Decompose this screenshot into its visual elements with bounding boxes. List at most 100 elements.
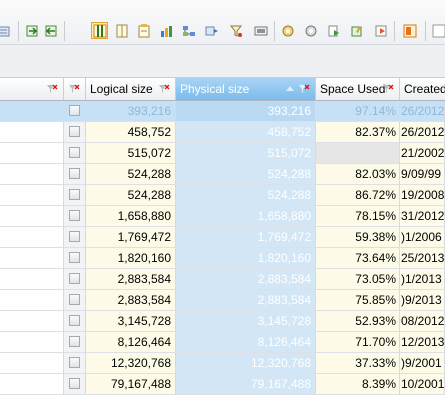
table-row[interactable]: 1,658,880 1,658,880 78.15% 31/2012 <box>0 206 445 227</box>
table-row[interactable]: 3,145,728 3,145,728 52.93% 08/2012 <box>0 311 445 332</box>
name-cell[interactable] <box>0 248 64 269</box>
refresh-icon[interactable] <box>325 22 342 39</box>
logical-size-cell: 2,883,584 <box>86 269 176 290</box>
row-checkbox[interactable] <box>69 105 80 116</box>
space-used-cell <box>316 143 400 164</box>
check-cell[interactable] <box>64 164 86 185</box>
name-cell[interactable] <box>0 374 64 395</box>
copy-icon[interactable] <box>302 22 319 39</box>
more-icon[interactable] <box>430 22 445 39</box>
table-row[interactable]: 8,126,464 8,126,464 71.70% 12/2013 <box>0 332 445 353</box>
settings-icon[interactable] <box>252 22 269 39</box>
group-panel <box>0 45 445 78</box>
table-row[interactable]: 515,072 515,072 21/2002 <box>0 143 445 164</box>
table-row[interactable]: 1,769,472 1,769,472 59.38%)1/2006 <box>0 227 445 248</box>
column-header-logical-size[interactable]: Logical size <box>86 78 176 101</box>
check-cell[interactable] <box>64 353 86 374</box>
space-used-cell: 52.93% <box>316 311 400 332</box>
table-row[interactable]: 393,216 393,216 97.14% 26/2012 <box>0 101 445 122</box>
filter-clear-icon[interactable] <box>298 84 310 94</box>
created-cell: )9/2001 <box>400 353 445 374</box>
physical-size-cell: 458,752 <box>176 122 316 143</box>
column-header-name[interactable] <box>0 78 64 101</box>
column-header-physical-size[interactable]: Physical size <box>176 78 316 101</box>
space-used-cell: 82.37% <box>316 122 400 143</box>
physical-size-cell: 1,820,160 <box>176 248 316 269</box>
space-used-cell: 97.14% <box>316 101 400 122</box>
check-cell[interactable] <box>64 143 86 164</box>
name-cell[interactable] <box>0 206 64 227</box>
check-cell[interactable] <box>64 101 86 122</box>
tree-icon[interactable] <box>180 22 197 39</box>
row-checkbox[interactable] <box>69 231 80 242</box>
row-checkbox[interactable] <box>69 336 80 347</box>
check-cell[interactable] <box>64 122 86 143</box>
name-cell[interactable] <box>0 227 64 248</box>
table-row[interactable]: 524,288 524,288 82.03% 9/09/99 <box>0 164 445 185</box>
name-cell[interactable] <box>0 353 64 374</box>
column-chooser-icon[interactable] <box>401 22 418 39</box>
created-cell: )1/2006 <box>400 227 445 248</box>
check-cell[interactable] <box>64 374 86 395</box>
row-checkbox[interactable] <box>69 315 80 326</box>
details-icon[interactable] <box>113 22 130 39</box>
space-used-cell: 78.15% <box>316 206 400 227</box>
table-row[interactable]: 79,167,488 79,167,488 8.39% 10/2001 <box>0 374 445 395</box>
check-cell[interactable] <box>64 248 86 269</box>
row-checkbox[interactable] <box>69 273 80 284</box>
highlight-icon[interactable] <box>372 22 389 39</box>
name-cell[interactable] <box>0 290 64 311</box>
row-checkbox[interactable] <box>69 378 80 389</box>
name-cell[interactable] <box>0 311 64 332</box>
created-cell: 25/2013 <box>400 248 445 269</box>
table-row[interactable]: 2,883,584 2,883,584 73.05%)1/2013 <box>0 269 445 290</box>
row-checkbox[interactable] <box>69 252 80 263</box>
drive-icon[interactable] <box>227 22 244 39</box>
name-cell[interactable] <box>0 122 64 143</box>
row-checkbox[interactable] <box>69 189 80 200</box>
check-cell[interactable] <box>64 311 86 332</box>
filter-clear-icon[interactable] <box>68 84 80 94</box>
table-row[interactable]: 524,288 524,288 86.72% 19/2008 <box>0 185 445 206</box>
table-row[interactable]: 12,320,768 12,320,768 37.33%)9/2001 <box>0 353 445 374</box>
column-header-created[interactable]: Created <box>400 78 445 101</box>
row-checkbox[interactable] <box>69 294 80 305</box>
row-checkbox[interactable] <box>69 168 80 179</box>
physical-size-cell: 79,167,488 <box>176 374 316 395</box>
edit-icon[interactable] <box>348 22 365 39</box>
filter-clear-icon[interactable] <box>46 84 58 94</box>
filter-clear-icon[interactable] <box>382 84 394 94</box>
row-checkbox[interactable] <box>69 210 80 221</box>
column-header-space-used[interactable]: Space Used <box>316 78 400 101</box>
name-cell[interactable] <box>0 332 64 353</box>
row-checkbox[interactable] <box>69 357 80 368</box>
table-row[interactable]: 1,820,160 1,820,160 73.64% 25/2013 <box>0 248 445 269</box>
export-icon[interactable] <box>23 22 40 39</box>
columns-icon[interactable] <box>91 22 108 39</box>
check-cell[interactable] <box>64 269 86 290</box>
chart-icon[interactable] <box>157 22 174 39</box>
row-checkbox[interactable] <box>69 126 80 137</box>
check-cell[interactable] <box>64 290 86 311</box>
filter-clear-icon[interactable] <box>158 84 170 94</box>
column-header-check[interactable] <box>64 78 86 101</box>
check-cell[interactable] <box>64 227 86 248</box>
logical-size-cell: 393,216 <box>86 101 176 122</box>
gear-icon[interactable] <box>279 22 296 39</box>
table-row[interactable]: 458,752 458,752 82.37% 26/2012 <box>0 122 445 143</box>
name-cell[interactable] <box>0 143 64 164</box>
filter-icon[interactable] <box>203 22 220 39</box>
name-cell[interactable] <box>0 269 64 290</box>
list-view-icon[interactable] <box>0 22 11 39</box>
logical-size-cell: 1,769,472 <box>86 227 176 248</box>
name-cell[interactable] <box>0 101 64 122</box>
table-row[interactable]: 2,883,584 2,883,584 75.85%)9/2013 <box>0 290 445 311</box>
row-checkbox[interactable] <box>69 147 80 158</box>
name-cell[interactable] <box>0 164 64 185</box>
import-icon[interactable] <box>42 22 59 39</box>
name-cell[interactable] <box>0 185 64 206</box>
check-cell[interactable] <box>64 332 86 353</box>
report-icon[interactable] <box>135 22 152 39</box>
check-cell[interactable] <box>64 185 86 206</box>
check-cell[interactable] <box>64 206 86 227</box>
